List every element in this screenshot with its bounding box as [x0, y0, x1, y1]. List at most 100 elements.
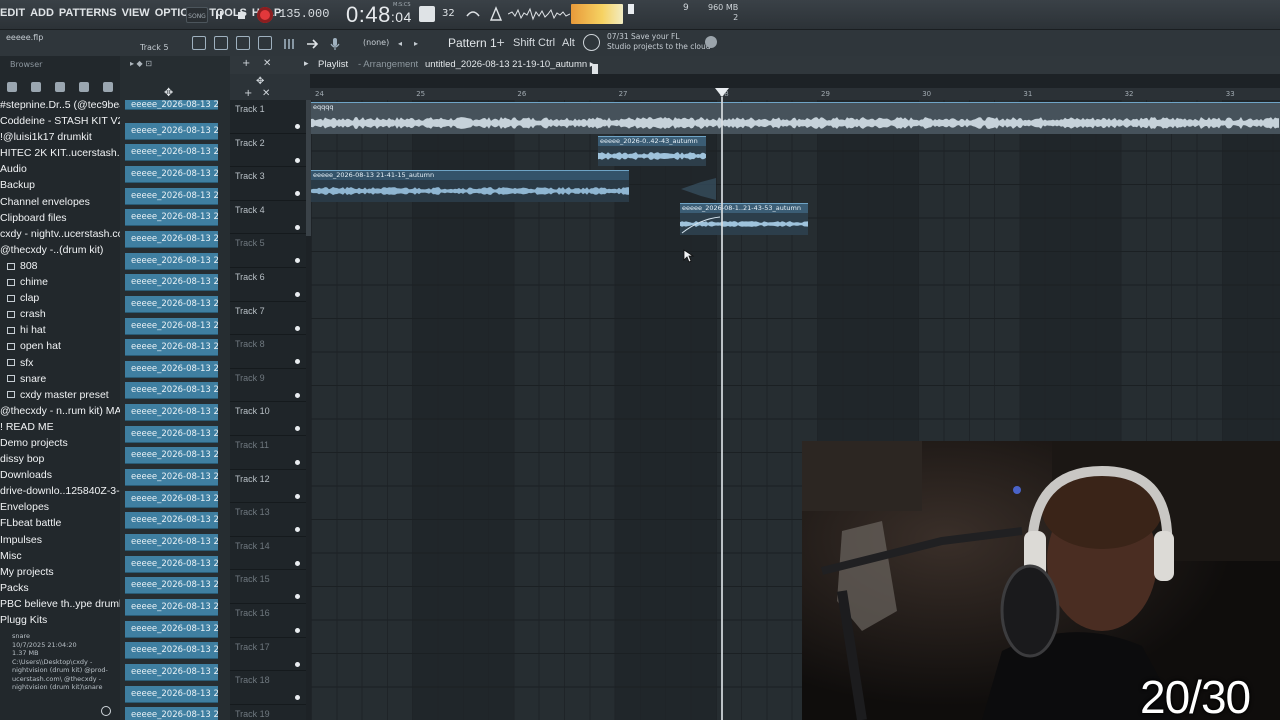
record-button[interactable]	[256, 6, 274, 24]
browser-item[interactable]: Misc	[0, 550, 120, 566]
mixer-icon[interactable]	[258, 36, 272, 50]
browser-item[interactable]: @thecxdy - n..rum kit) MAC	[0, 405, 120, 421]
clip-list-item[interactable]: eeeee_2026-08-13 21-4...	[125, 230, 218, 248]
clip-list-item[interactable]: eeeee_2026-08-13 21-4...	[125, 620, 218, 638]
browser-item[interactable]: clap	[0, 292, 120, 308]
clip-list-item[interactable]: eeeee_2026-08-13 21-4...	[125, 404, 218, 422]
clip-list-item[interactable]: eeeee_2026-08-13 21-4...	[125, 447, 218, 465]
track-header[interactable]: Track 7	[230, 302, 306, 336]
browser-item[interactable]: Clipboard files	[0, 212, 120, 228]
channel-rack-icon[interactable]	[236, 36, 250, 50]
browser-folder-icon[interactable]	[7, 82, 17, 92]
clip-list-item[interactable]: eeeee_2026-08-13 21-4...	[125, 663, 218, 681]
browser-item[interactable]: chime	[0, 276, 120, 292]
clip-list-item[interactable]: eeeee_2026-08-13 21-4...	[125, 707, 218, 720]
browser-item[interactable]: snare	[0, 373, 120, 389]
track-mute-led[interactable]	[295, 157, 300, 163]
close-playlist-icon[interactable]: ✕	[263, 58, 271, 69]
audio-clip[interactable]: eeeee_2026-0..42-43_autumn	[598, 136, 706, 166]
clip-list-item[interactable]: eeeee_2026-08-13 21-4...	[125, 490, 218, 508]
add-pattern-icon[interactable]: +	[496, 36, 505, 49]
clip-list-item[interactable]: eeeee_2026-08-13 21-4...	[125, 317, 218, 335]
audio-clip[interactable]: eeeee_2026-08-1..21-43-53_autumn	[680, 203, 808, 235]
menu-view[interactable]: VIEW	[122, 7, 150, 19]
browser-item[interactable]: Coddeine - STASH KIT V2 I	[0, 115, 120, 131]
browser-item[interactable]: Packs	[0, 582, 120, 598]
track-header[interactable]: Track 10	[230, 402, 306, 436]
loop-record-icon[interactable]	[465, 6, 481, 22]
zoom-arrows-icon[interactable]: ✥	[256, 76, 264, 87]
track-header[interactable]: Track 5	[230, 234, 306, 268]
track-header[interactable]: Track 18	[230, 671, 306, 705]
track-mute-led[interactable]	[295, 594, 300, 600]
track-mute-led[interactable]	[295, 527, 300, 533]
track-mute-led[interactable]	[295, 695, 300, 701]
arrangement-name[interactable]: untitled_2026-08-13 21-19-10_autumn ▸	[425, 59, 595, 70]
clip-list-item[interactable]: eeeee_2026-08-13 21-4...	[125, 598, 218, 616]
playlist-view-icon[interactable]	[192, 36, 206, 50]
browser-cloud-icon[interactable]	[79, 82, 89, 92]
browser-item[interactable]: Impulses	[0, 534, 120, 550]
shift-modifier[interactable]: Shift	[513, 37, 535, 49]
browser-star-icon[interactable]	[103, 82, 113, 92]
browser-item[interactable]: !@luisi1k17 drumkit	[0, 131, 120, 147]
track-mute-led[interactable]	[295, 493, 300, 499]
clip-list-item[interactable]: eeeee_2026-08-13 21-4...	[125, 534, 218, 551]
clip-list-item[interactable]: eeeee_2026-08-13 21-4...	[125, 360, 218, 378]
track-mute-led[interactable]	[295, 560, 300, 566]
snap-selector[interactable]: (none)	[363, 38, 389, 47]
track-header[interactable]: Track 2	[230, 134, 306, 168]
piano-roll-icon[interactable]	[214, 36, 228, 50]
browser-item[interactable]: dissy bop	[0, 453, 120, 469]
track-header[interactable]: Track 12	[230, 470, 306, 504]
track-header[interactable]: Track 4	[230, 201, 306, 235]
clip-list-item[interactable]: eeeee_2026-08-13 21-4...	[125, 274, 218, 292]
position-slider-handle[interactable]	[592, 64, 598, 74]
clip-list-item[interactable]: eeeee_2026-08-13 21-4...	[125, 577, 218, 595]
browser-item[interactable]: Audio	[0, 163, 120, 179]
alt-modifier[interactable]: Alt	[562, 37, 575, 49]
track-mute-led[interactable]	[295, 628, 300, 633]
clip-list-item[interactable]: eeeee_2026-08-13 21-4...	[125, 209, 218, 227]
track-header[interactable]: Track 17	[230, 638, 306, 672]
track-header[interactable]: Track 9	[230, 369, 306, 403]
browser-item[interactable]: hi hat	[0, 324, 120, 340]
picker-expand-icon[interactable]: ✥	[164, 86, 173, 99]
track-header[interactable]: Track 8	[230, 335, 306, 369]
browser-item[interactable]: Downloads	[0, 469, 120, 485]
browser-item[interactable]: PBC believe th..ype drumkit 1	[0, 598, 120, 614]
picker-arrow-icons[interactable]: ▸ ◆ ⊡	[130, 59, 190, 69]
clip-list-item[interactable]: eeeee_2026-08-13 21-4...	[125, 685, 218, 703]
track-header[interactable]: Track 1	[230, 100, 306, 134]
track-mute-led[interactable]	[295, 124, 300, 129]
pattern-selector[interactable]: Pattern 1	[448, 36, 497, 50]
arrow-left-icon[interactable]: ◂	[398, 39, 402, 48]
microphone-icon[interactable]	[328, 36, 342, 50]
globe-icon[interactable]	[705, 36, 717, 48]
clip-list-item[interactable]: eeeee_2026-08-13 21-4...	[125, 382, 218, 400]
clip-list-item[interactable]: eeeee_2026-08-13 21-4...	[125, 339, 218, 357]
clip-list-item[interactable]: eeeee_2026-08-13 21-4...	[125, 642, 218, 660]
clip-list-item[interactable]: eeeee_2026-08-13 21-4...	[125, 295, 218, 313]
track-mute-led[interactable]	[295, 224, 300, 230]
audio-clip[interactable]: eqqqq	[311, 102, 1280, 134]
browser-item[interactable]: Plugg Kits	[0, 614, 120, 630]
track-header[interactable]: Track 6	[230, 268, 306, 302]
audio-clip[interactable]: eeeee_2026-08-13 21-41-15_autumn	[311, 170, 629, 202]
track-mute-led[interactable]	[295, 460, 300, 465]
clip-list-item[interactable]: eeeee_2026-08-13 21-4...	[125, 425, 218, 443]
master-volume-knob[interactable]	[628, 4, 634, 14]
pause-button[interactable]	[210, 6, 228, 24]
track-mute-led[interactable]	[295, 426, 300, 432]
track-mute-led[interactable]	[295, 258, 300, 264]
search-icon[interactable]	[101, 706, 111, 716]
song-mode-toggle[interactable]: SONG	[186, 7, 208, 23]
clip-list-item[interactable]: eeeee_2026-08-13 21-4...	[125, 100, 218, 110]
track-mute-led[interactable]	[295, 359, 300, 365]
play-arrow-icon[interactable]	[305, 36, 319, 50]
browser-item[interactable]: #stepnine.Dr..5 (@tec9beat)	[0, 99, 120, 115]
track-mute-led[interactable]	[295, 661, 300, 667]
track-mute-led[interactable]	[295, 392, 300, 398]
clip-list-item[interactable]: eeeee_2026-08-13 21-4...	[125, 165, 218, 183]
browser-item[interactable]: Demo projects	[0, 437, 120, 453]
